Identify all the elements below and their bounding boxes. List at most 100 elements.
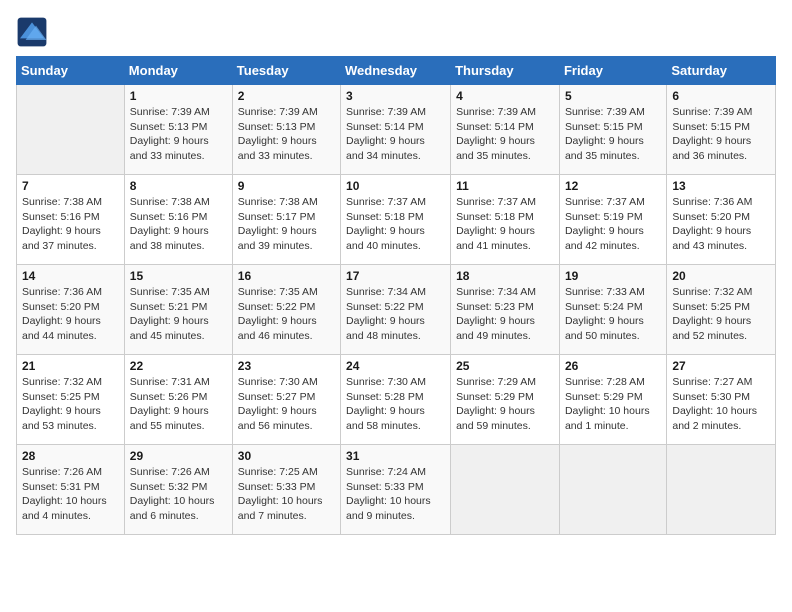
calendar-cell: 3 Sunrise: 7:39 AMSunset: 5:14 PMDaylight… <box>341 85 451 175</box>
day-number: 1 <box>130 89 227 103</box>
day-info: Sunrise: 7:26 AMSunset: 5:32 PMDaylight:… <box>130 465 227 524</box>
day-info: Sunrise: 7:30 AMSunset: 5:27 PMDaylight:… <box>238 375 335 434</box>
calendar-cell: 20 Sunrise: 7:32 AMSunset: 5:25 PMDayligh… <box>667 265 776 355</box>
day-number: 5 <box>565 89 661 103</box>
calendar-cell: 2 Sunrise: 7:39 AMSunset: 5:13 PMDaylight… <box>232 85 340 175</box>
week-row-3: 14Sunrise: 7:36 AMSunset: 5:20 PMDayligh… <box>17 265 776 355</box>
calendar-cell: 8Sunrise: 7:38 AMSunset: 5:16 PMDaylight… <box>124 175 232 265</box>
logo <box>16 16 52 48</box>
calendar-cell: 9 Sunrise: 7:38 AMSunset: 5:17 PMDaylight… <box>232 175 340 265</box>
day-info: Sunrise: 7:39 AMSunset: 5:14 PMDaylight:… <box>346 105 445 164</box>
logo-icon <box>16 16 48 48</box>
calendar-cell: 13 Sunrise: 7:36 AMSunset: 5:20 PMDayligh… <box>667 175 776 265</box>
calendar-cell <box>451 445 560 535</box>
calendar-cell: 6 Sunrise: 7:39 AMSunset: 5:15 PMDaylight… <box>667 85 776 175</box>
calendar-cell: 18 Sunrise: 7:34 AMSunset: 5:23 PMDayligh… <box>451 265 560 355</box>
calendar-cell: 23 Sunrise: 7:30 AMSunset: 5:27 PMDayligh… <box>232 355 340 445</box>
day-info: Sunrise: 7:38 AMSunset: 5:16 PMDaylight:… <box>22 195 119 254</box>
day-info: Sunrise: 7:34 AMSunset: 5:23 PMDaylight:… <box>456 285 554 344</box>
calendar-cell: 29 Sunrise: 7:26 AMSunset: 5:32 PMDayligh… <box>124 445 232 535</box>
day-info: Sunrise: 7:35 AMSunset: 5:21 PMDaylight:… <box>130 285 227 344</box>
day-number: 6 <box>672 89 770 103</box>
day-number: 12 <box>565 179 661 193</box>
day-info: Sunrise: 7:36 AMSunset: 5:20 PMDaylight:… <box>22 285 119 344</box>
day-info: Sunrise: 7:39 AMSunset: 5:15 PMDaylight:… <box>565 105 661 164</box>
calendar-cell: 25 Sunrise: 7:29 AMSunset: 5:29 PMDayligh… <box>451 355 560 445</box>
day-info: Sunrise: 7:32 AMSunset: 5:25 PMDaylight:… <box>672 285 770 344</box>
day-info: Sunrise: 7:24 AMSunset: 5:33 PMDaylight:… <box>346 465 445 524</box>
day-info: Sunrise: 7:27 AMSunset: 5:30 PMDaylight:… <box>672 375 770 434</box>
week-row-2: 7 Sunrise: 7:38 AMSunset: 5:16 PMDaylight… <box>17 175 776 265</box>
day-number: 7 <box>22 179 119 193</box>
day-number: 2 <box>238 89 335 103</box>
day-info: Sunrise: 7:38 AMSunset: 5:17 PMDaylight:… <box>238 195 335 254</box>
header-day-monday: Monday <box>124 57 232 85</box>
calendar-cell <box>17 85 125 175</box>
calendar-cell: 5 Sunrise: 7:39 AMSunset: 5:15 PMDaylight… <box>559 85 666 175</box>
calendar-cell <box>667 445 776 535</box>
day-number: 20 <box>672 269 770 283</box>
day-info: Sunrise: 7:30 AMSunset: 5:28 PMDaylight:… <box>346 375 445 434</box>
day-number: 4 <box>456 89 554 103</box>
calendar-cell: 26 Sunrise: 7:28 AMSunset: 5:29 PMDayligh… <box>559 355 666 445</box>
day-info: Sunrise: 7:25 AMSunset: 5:33 PMDaylight:… <box>238 465 335 524</box>
calendar-cell: 16Sunrise: 7:35 AMSunset: 5:22 PMDayligh… <box>232 265 340 355</box>
header-day-wednesday: Wednesday <box>341 57 451 85</box>
day-info: Sunrise: 7:36 AMSunset: 5:20 PMDaylight:… <box>672 195 770 254</box>
calendar-cell: 24 Sunrise: 7:30 AMSunset: 5:28 PMDayligh… <box>341 355 451 445</box>
calendar-cell: 10 Sunrise: 7:37 AMSunset: 5:18 PMDayligh… <box>341 175 451 265</box>
day-number: 25 <box>456 359 554 373</box>
header-day-thursday: Thursday <box>451 57 560 85</box>
calendar-cell: 12Sunrise: 7:37 AMSunset: 5:19 PMDayligh… <box>559 175 666 265</box>
calendar-cell: 15 Sunrise: 7:35 AMSunset: 5:21 PMDayligh… <box>124 265 232 355</box>
calendar-table: SundayMondayTuesdayWednesdayThursdayFrid… <box>16 56 776 535</box>
day-info: Sunrise: 7:28 AMSunset: 5:29 PMDaylight:… <box>565 375 661 434</box>
day-number: 9 <box>238 179 335 193</box>
calendar-cell: 19 Sunrise: 7:33 AMSunset: 5:24 PMDayligh… <box>559 265 666 355</box>
day-number: 22 <box>130 359 227 373</box>
day-number: 28 <box>22 449 119 463</box>
day-number: 24 <box>346 359 445 373</box>
day-info: Sunrise: 7:31 AMSunset: 5:26 PMDaylight:… <box>130 375 227 434</box>
week-row-1: 1 Sunrise: 7:39 AMSunset: 5:13 PMDaylight… <box>17 85 776 175</box>
day-number: 26 <box>565 359 661 373</box>
day-number: 19 <box>565 269 661 283</box>
calendar-cell: 31Sunrise: 7:24 AMSunset: 5:33 PMDayligh… <box>341 445 451 535</box>
day-number: 3 <box>346 89 445 103</box>
day-number: 29 <box>130 449 227 463</box>
day-info: Sunrise: 7:33 AMSunset: 5:24 PMDaylight:… <box>565 285 661 344</box>
calendar-cell: 1 Sunrise: 7:39 AMSunset: 5:13 PMDaylight… <box>124 85 232 175</box>
day-info: Sunrise: 7:32 AMSunset: 5:25 PMDaylight:… <box>22 375 119 434</box>
day-number: 8 <box>130 179 227 193</box>
day-info: Sunrise: 7:37 AMSunset: 5:18 PMDaylight:… <box>456 195 554 254</box>
calendar-cell: 17Sunrise: 7:34 AMSunset: 5:22 PMDayligh… <box>341 265 451 355</box>
calendar-cell <box>559 445 666 535</box>
day-number: 15 <box>130 269 227 283</box>
calendar-cell: 21 Sunrise: 7:32 AMSunset: 5:25 PMDayligh… <box>17 355 125 445</box>
day-number: 18 <box>456 269 554 283</box>
day-info: Sunrise: 7:39 AMSunset: 5:13 PMDaylight:… <box>238 105 335 164</box>
calendar-cell: 27 Sunrise: 7:27 AMSunset: 5:30 PMDayligh… <box>667 355 776 445</box>
calendar-header-row: SundayMondayTuesdayWednesdayThursdayFrid… <box>17 57 776 85</box>
header-day-sunday: Sunday <box>17 57 125 85</box>
day-number: 13 <box>672 179 770 193</box>
calendar-body: 1 Sunrise: 7:39 AMSunset: 5:13 PMDaylight… <box>17 85 776 535</box>
day-number: 23 <box>238 359 335 373</box>
day-info: Sunrise: 7:39 AMSunset: 5:13 PMDaylight:… <box>130 105 227 164</box>
week-row-5: 28 Sunrise: 7:26 AMSunset: 5:31 PMDayligh… <box>17 445 776 535</box>
day-info: Sunrise: 7:39 AMSunset: 5:14 PMDaylight:… <box>456 105 554 164</box>
calendar-cell: 30 Sunrise: 7:25 AMSunset: 5:33 PMDayligh… <box>232 445 340 535</box>
week-row-4: 21 Sunrise: 7:32 AMSunset: 5:25 PMDayligh… <box>17 355 776 445</box>
day-number: 27 <box>672 359 770 373</box>
day-number: 10 <box>346 179 445 193</box>
calendar-cell: 14Sunrise: 7:36 AMSunset: 5:20 PMDayligh… <box>17 265 125 355</box>
day-info: Sunrise: 7:37 AMSunset: 5:18 PMDaylight:… <box>346 195 445 254</box>
day-info: Sunrise: 7:39 AMSunset: 5:15 PMDaylight:… <box>672 105 770 164</box>
day-number: 30 <box>238 449 335 463</box>
day-number: 17 <box>346 269 445 283</box>
day-number: 11 <box>456 179 554 193</box>
calendar-cell: 7 Sunrise: 7:38 AMSunset: 5:16 PMDaylight… <box>17 175 125 265</box>
day-number: 21 <box>22 359 119 373</box>
day-info: Sunrise: 7:29 AMSunset: 5:29 PMDaylight:… <box>456 375 554 434</box>
day-info: Sunrise: 7:26 AMSunset: 5:31 PMDaylight:… <box>22 465 119 524</box>
